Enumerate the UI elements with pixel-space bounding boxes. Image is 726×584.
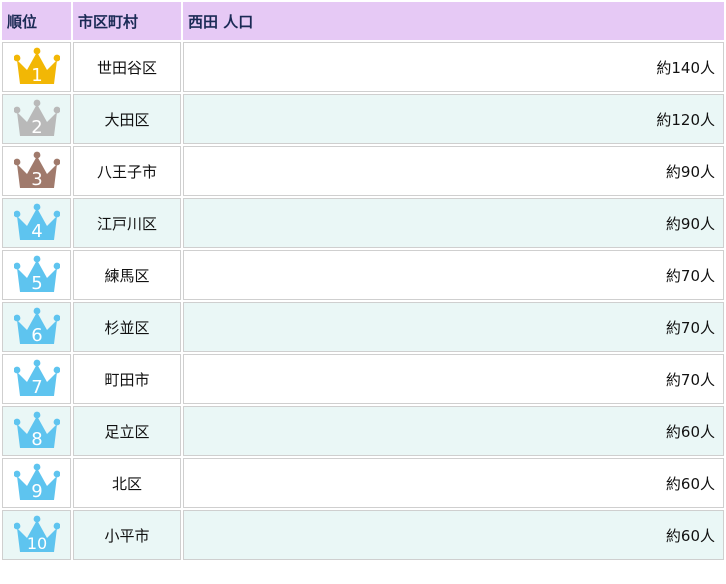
crown-icon: 6 [13,307,60,346]
rank-number: 2 [31,117,42,138]
rank-number: 3 [31,169,42,190]
table-row: 7 町田市 約70人 [2,354,724,404]
ranking-table: 順位 市区町村 西田 人口 1 世田谷区 約140人 2 大田区 約120人 3 八王子市 約9… [0,0,726,562]
population-value: 約90人 [183,198,724,248]
population-value: 約60人 [183,458,724,508]
crown-icon: 1 [13,47,60,86]
rank-cell: 3 [2,146,71,196]
population-value: 約60人 [183,406,724,456]
crown-icon: 9 [13,463,60,502]
table-row: 8 足立区 約60人 [2,406,724,456]
table-row: 2 大田区 約120人 [2,94,724,144]
table-row: 3 八王子市 約90人 [2,146,724,196]
table-row: 6 杉並区 約70人 [2,302,724,352]
table-row: 1 世田谷区 約140人 [2,42,724,92]
rank-cell: 1 [2,42,71,92]
table-row: 10 小平市 約60人 [2,510,724,560]
rank-cell: 7 [2,354,71,404]
crown-icon: 2 [13,99,60,138]
rank-number: 8 [31,429,42,450]
city-name: 小平市 [73,510,181,560]
city-name: 町田市 [73,354,181,404]
rank-header: 順位 [2,2,71,40]
rank-cell: 9 [2,458,71,508]
ranking-body: 1 世田谷区 約140人 2 大田区 約120人 3 八王子市 約90人 4 江戸川区 約90人 5 練馬… [2,42,724,560]
population-value: 約120人 [183,94,724,144]
rank-cell: 8 [2,406,71,456]
population-value: 約70人 [183,302,724,352]
city-name: 北区 [73,458,181,508]
crown-icon: 3 [13,151,60,190]
population-value: 約70人 [183,354,724,404]
city-name: 練馬区 [73,250,181,300]
city-name: 八王子市 [73,146,181,196]
crown-icon: 5 [13,255,60,294]
table-row: 5 練馬区 約70人 [2,250,724,300]
crown-icon: 8 [13,411,60,450]
population-value: 約70人 [183,250,724,300]
crown-icon: 4 [13,203,60,242]
crown-icon: 10 [13,515,60,553]
rank-cell: 4 [2,198,71,248]
rank-number: 7 [31,377,42,398]
rank-number: 10 [26,534,46,553]
rank-cell: 2 [2,94,71,144]
rank-number: 4 [31,221,42,242]
population-value: 約140人 [183,42,724,92]
rank-number: 9 [31,481,42,502]
rank-number: 6 [31,325,42,346]
rank-cell: 10 [2,510,71,560]
population-value: 約90人 [183,146,724,196]
rank-cell: 5 [2,250,71,300]
city-name: 大田区 [73,94,181,144]
rank-number: 1 [31,65,42,86]
crown-icon: 7 [13,359,60,398]
header-row: 順位 市区町村 西田 人口 [2,2,724,40]
population-value: 約60人 [183,510,724,560]
city-name: 江戸川区 [73,198,181,248]
table-row: 9 北区 約60人 [2,458,724,508]
city-name: 世田谷区 [73,42,181,92]
city-name: 足立区 [73,406,181,456]
city-name: 杉並区 [73,302,181,352]
rank-cell: 6 [2,302,71,352]
population-header: 西田 人口 [183,2,724,40]
rank-number: 5 [31,273,42,294]
table-row: 4 江戸川区 約90人 [2,198,724,248]
city-header: 市区町村 [73,2,181,40]
